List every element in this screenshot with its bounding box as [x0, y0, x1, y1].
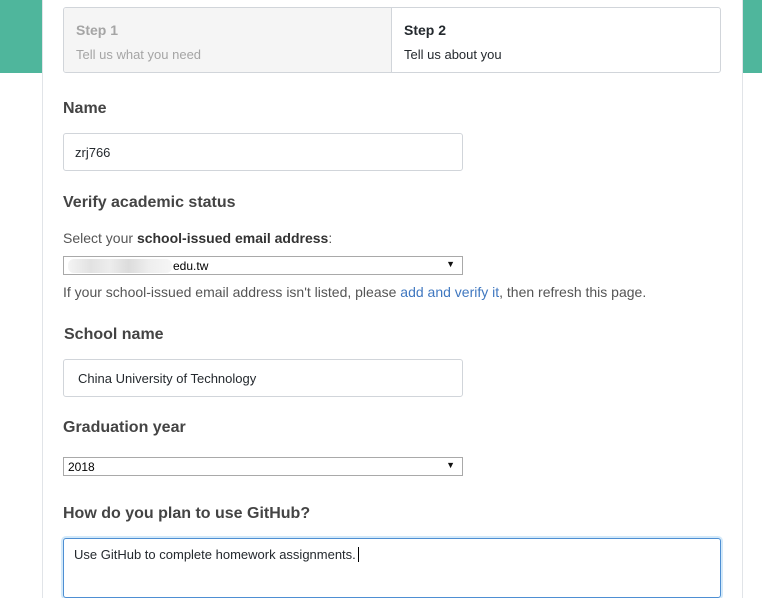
text-caret — [357, 547, 359, 562]
name-label: Name — [63, 100, 107, 117]
email-help-suffix: , then refresh this page. — [499, 284, 647, 300]
email-instruction-prefix: Select your — [63, 230, 137, 246]
dropdown-arrow-icon: ▼ — [446, 460, 455, 470]
verify-label: Verify academic status — [63, 194, 236, 211]
step-indicator: Step 1 Tell us what you need Step 2 Tell… — [63, 7, 721, 73]
step-1-subtitle: Tell us what you need — [76, 47, 202, 62]
email-instruction-suffix: : — [328, 230, 333, 246]
school-input[interactable]: China University of Technology — [63, 359, 463, 397]
graduation-label: Graduation year — [63, 419, 186, 436]
school-input-value: China University of Technology — [78, 370, 257, 386]
usage-textarea[interactable]: Use GitHub to complete homework assignme… — [63, 538, 721, 598]
name-input-value: zrj766 — [75, 144, 111, 160]
step-1[interactable]: Step 1 Tell us what you need — [64, 8, 392, 72]
header-band-right — [741, 0, 762, 73]
graduation-year-select[interactable]: 2018 ▼ — [63, 457, 463, 476]
graduation-year-value: 2018 — [68, 459, 95, 474]
email-help-prefix: If your school-issued email address isn'… — [63, 284, 401, 300]
step-1-title: Step 1 — [76, 22, 119, 38]
usage-label: How do you plan to use GitHub? — [63, 505, 311, 522]
add-verify-email-link[interactable]: add and verify it — [400, 284, 499, 300]
step-2-subtitle: Tell us about you — [404, 47, 502, 62]
name-input[interactable]: zrj766 — [63, 133, 463, 171]
email-select-value: edu.tw — [173, 258, 209, 273]
email-select[interactable]: edu.tw ▼ — [63, 256, 463, 275]
redacted-email-blur — [68, 258, 172, 273]
step-2-title: Step 2 — [404, 22, 447, 38]
step-2: Step 2 Tell us about you — [392, 8, 720, 72]
header-band-left — [0, 0, 42, 73]
email-instruction: Select your school-issued email address: — [63, 230, 332, 246]
email-instruction-bold: school-issued email address — [136, 230, 329, 246]
school-label: School name — [64, 326, 164, 343]
email-help-text: If your school-issued email address isn'… — [63, 284, 646, 300]
usage-textarea-value: Use GitHub to complete homework assignme… — [74, 547, 356, 562]
dropdown-arrow-icon: ▼ — [446, 259, 455, 269]
